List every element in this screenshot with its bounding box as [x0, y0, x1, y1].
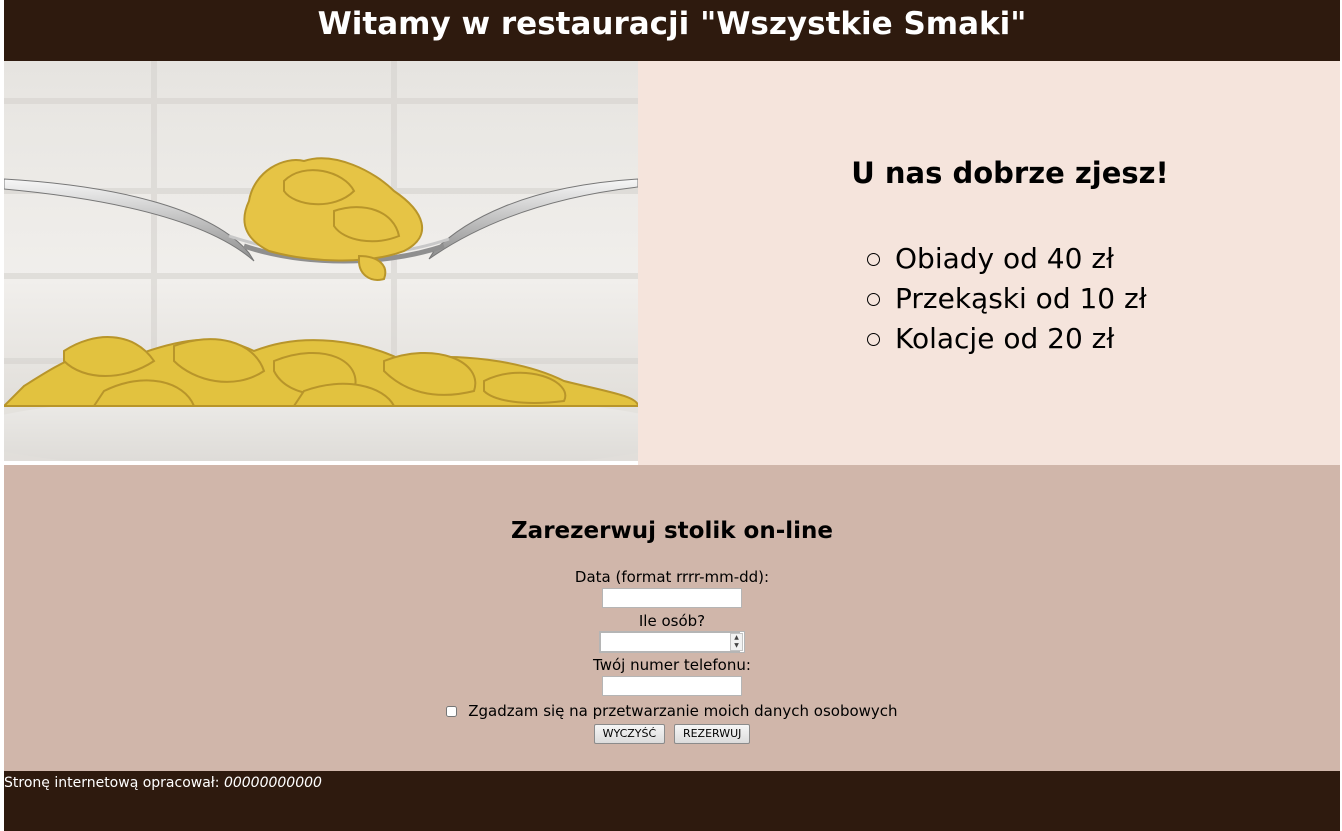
offer-item: Przekąski od 10 zł	[862, 279, 1147, 319]
offer-item-label: Kolacje od 20 zł	[895, 322, 1115, 355]
form-buttons: WYCZYŚĆ REZERWUJ	[4, 723, 1340, 744]
date-field-row	[4, 587, 1340, 611]
people-label: Ile osób?	[638, 612, 706, 630]
reserve-button[interactable]: REZERWUJ	[673, 723, 751, 744]
offer-item: Kolacje od 20 zł	[862, 319, 1147, 359]
footer: Stronę internetową opracował: 0000000000…	[4, 771, 1340, 831]
page-title: Witamy w restauracji "Wszystkie Smaki"	[317, 6, 1027, 42]
offer-list: Obiady od 40 zł Przekąski od 10 zł Kolac…	[862, 239, 1147, 359]
date-input[interactable]	[602, 587, 742, 608]
clear-button[interactable]: WYCZYŚĆ	[593, 723, 666, 744]
circle-bullet-icon	[867, 293, 880, 306]
consent-row: Zgadzam się na przetwarzanie moich danyc…	[4, 700, 1340, 722]
consent-checkbox[interactable]	[446, 706, 458, 717]
phone-input[interactable]	[602, 675, 742, 696]
page: Witamy w restauracji "Wszystkie Smaki" U…	[0, 0, 1342, 831]
spin-down-icon[interactable]: ▼	[731, 642, 742, 650]
people-input[interactable]	[600, 632, 740, 652]
offer-item-label: Obiady od 40 zł	[895, 242, 1114, 275]
reservation-section: Zarezerwuj stolik on-line Data (format r…	[4, 465, 1340, 771]
offer-item-label: Przekąski od 10 zł	[895, 282, 1147, 315]
people-number-input[interactable]: ▲ ▼	[599, 631, 745, 653]
footer-text: Stronę internetową opracował: 0000000000…	[4, 771, 1340, 793]
phone-label: Twój numer telefonu:	[593, 656, 751, 674]
header-banner: Witamy w restauracji "Wszystkie Smaki"	[4, 0, 1340, 61]
date-label: Data (format rrrr-mm-dd):	[574, 568, 770, 586]
reservation-form: Data (format rrrr-mm-dd): Ile osób? ▲ ▼ …	[4, 567, 1340, 744]
offer-panel: U nas dobrze zjesz! Obiady od 40 zł Prze…	[638, 61, 1340, 465]
circle-bullet-icon	[867, 253, 880, 266]
consent-label: Zgadzam się na przetwarzanie moich danyc…	[468, 702, 898, 720]
spin-up-icon[interactable]: ▲	[731, 634, 742, 642]
offer-item: Obiady od 40 zł	[862, 239, 1147, 279]
number-spinner[interactable]: ▲ ▼	[730, 633, 743, 651]
pasta-photo-image	[4, 61, 638, 461]
circle-bullet-icon	[867, 333, 880, 346]
footer-credit-label: Stronę internetową opracował:	[4, 775, 224, 791]
phone-field-row	[4, 675, 1340, 699]
reservation-heading: Zarezerwuj stolik on-line	[511, 518, 833, 544]
footer-author: 00000000000	[223, 775, 322, 791]
people-field-row: ▲ ▼	[4, 631, 1340, 655]
offer-heading: U nas dobrze zjesz!	[851, 156, 1169, 190]
food-photo	[4, 61, 638, 461]
